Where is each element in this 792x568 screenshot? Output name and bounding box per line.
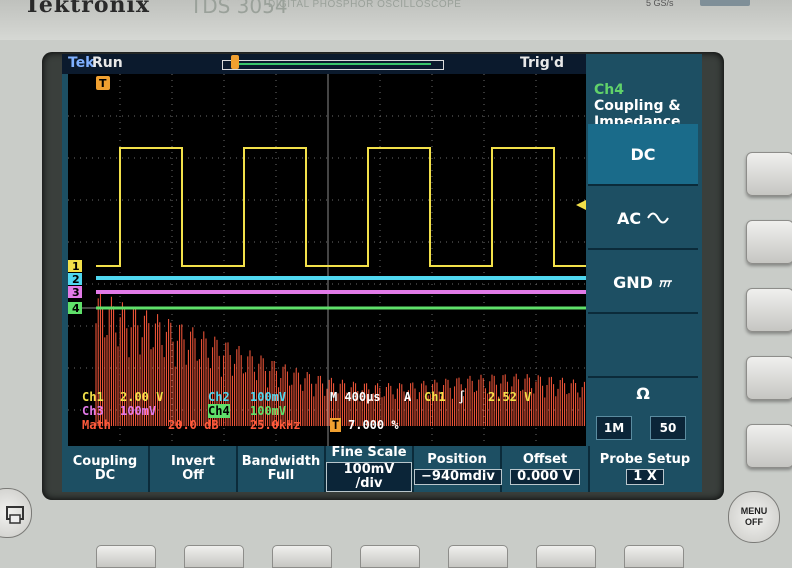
acquisition-state: Run bbox=[92, 55, 123, 71]
instrument-top-bezel: Tektronix TDS 3054 DIGITAL PHOSPHOR OSCI… bbox=[0, 0, 792, 40]
ch1-trace bbox=[96, 147, 586, 267]
svg-text:2: 2 bbox=[72, 273, 80, 286]
bottom-menu-coupling[interactable]: Coupling DC bbox=[62, 446, 150, 492]
printer-icon bbox=[6, 506, 24, 524]
coupling-gnd-button[interactable]: GND bbox=[588, 252, 698, 314]
trigger-position-icon: T bbox=[330, 418, 342, 432]
svg-text:1: 1 bbox=[72, 260, 80, 273]
trigger-time-marker: T bbox=[96, 76, 110, 90]
ground-icon bbox=[659, 280, 672, 288]
bottom-bezel-button-4[interactable] bbox=[360, 545, 420, 568]
side-bezel-button-1[interactable] bbox=[746, 152, 792, 196]
fine-scale-value: 100mV /div bbox=[326, 462, 412, 492]
svg-text:4: 4 bbox=[72, 302, 80, 315]
bandwidth-label: Bandwidth bbox=[241, 454, 321, 469]
record-length-bar bbox=[222, 55, 444, 70]
ch1-ground-marker: 1 bbox=[68, 260, 82, 273]
timebase-readout: M 400µs bbox=[330, 390, 381, 404]
channel-readout: Ch1 2.00 V Ch2 100mV M 400µs A Ch1 ∫ 2.5… bbox=[68, 390, 586, 446]
side-menu-title: Ch4 Coupling & Impedance bbox=[594, 82, 698, 130]
bandwidth-value: Full bbox=[267, 468, 295, 483]
bottom-bezel-button-3[interactable] bbox=[272, 545, 332, 568]
ch3-scale: 100mV bbox=[120, 404, 157, 418]
impedance-50-option: 50 bbox=[650, 416, 686, 440]
side-menu-empty-slot bbox=[588, 316, 698, 378]
position-value: −940mdiv bbox=[414, 469, 502, 485]
fine-scale-label: Fine Scale bbox=[331, 445, 407, 460]
math-frequency: 25.0kHz bbox=[250, 418, 301, 432]
ch3-ground-marker: 3 bbox=[68, 286, 82, 299]
bottom-menu-offset[interactable]: Offset 0.000 V bbox=[502, 446, 590, 492]
bottom-bezel-button-7[interactable] bbox=[624, 545, 684, 568]
ch4-scale: 100mV bbox=[250, 404, 287, 418]
ch4-label: Ch4 bbox=[208, 404, 230, 418]
menu-off-button[interactable]: MENU OFF bbox=[728, 491, 780, 543]
trigger-mode: A bbox=[404, 390, 412, 404]
side-bezel-button-2[interactable] bbox=[746, 220, 792, 264]
print-button[interactable] bbox=[0, 488, 32, 538]
math-scale: 20.0 dB bbox=[168, 418, 219, 432]
record-view-window bbox=[235, 63, 431, 65]
ohm-icon: Ω bbox=[636, 384, 650, 403]
tek-logo: Tek bbox=[68, 55, 95, 71]
bottom-bezel-button-2[interactable] bbox=[184, 545, 244, 568]
ac-wave-icon bbox=[647, 212, 669, 224]
bottom-menu-bandwidth[interactable]: Bandwidth Full bbox=[238, 446, 326, 492]
svg-text:T: T bbox=[99, 77, 107, 90]
bottom-bezel-button-1[interactable] bbox=[96, 545, 156, 568]
coupling-gnd-label: GND bbox=[613, 272, 653, 292]
oscilloscope-screen: Tek Run Trig'd 1 2 3 4 T Ch1 2.00 V Ch2 … bbox=[62, 54, 702, 492]
coupling-dc-button[interactable]: DC bbox=[588, 124, 698, 186]
offset-label: Offset bbox=[522, 452, 568, 467]
svg-text:3: 3 bbox=[72, 286, 80, 299]
side-bezel-button-5[interactable] bbox=[746, 424, 792, 468]
ch2-scale: 100mV bbox=[250, 390, 287, 404]
probe-setup-value: 1 X bbox=[626, 469, 664, 485]
brand-logo: Tektronix bbox=[24, 0, 150, 18]
menu-off-line2: OFF bbox=[745, 517, 763, 527]
impedance-button[interactable]: Ω 1M 50 bbox=[588, 380, 698, 446]
bottom-bezel-button-6[interactable] bbox=[536, 545, 596, 568]
ch2-ground-marker: 2 bbox=[68, 273, 82, 286]
coupling-value: DC bbox=[94, 468, 116, 483]
side-bezel-button-3[interactable] bbox=[746, 288, 792, 332]
model-description: DIGITAL PHOSPHOR OSCILLOSCOPE bbox=[268, 0, 462, 10]
bottom-bezel-button-5[interactable] bbox=[448, 545, 508, 568]
bottom-menu-fine-scale[interactable]: Fine Scale 100mV /div bbox=[326, 446, 414, 492]
coupling-ac-button[interactable]: AC bbox=[588, 188, 698, 250]
trigger-status: Trig'd bbox=[520, 55, 565, 71]
bottom-menu-probe-setup[interactable]: Probe Setup 1 X bbox=[590, 446, 700, 492]
bandwidth-badge bbox=[700, 0, 750, 6]
math-label: Math bbox=[82, 418, 111, 432]
invert-label: Invert bbox=[170, 454, 215, 469]
ch2-label: Ch2 bbox=[208, 390, 230, 404]
invert-value: Off bbox=[182, 468, 204, 483]
bottom-menu: Coupling DC Invert Off Bandwidth Full Fi… bbox=[62, 446, 702, 492]
coupling-label: Coupling bbox=[72, 454, 138, 469]
trigger-source: Ch1 bbox=[424, 390, 446, 404]
side-menu: Ch4 Coupling & Impedance DC AC GND Ω 1M … bbox=[586, 74, 702, 446]
menu-off-line1: MENU bbox=[740, 506, 768, 516]
trigger-level: 2.52 V bbox=[488, 390, 532, 404]
trigger-level-arrow bbox=[576, 200, 586, 210]
ch1-scale: 2.00 V bbox=[120, 390, 164, 404]
coupling-ac-label: AC bbox=[616, 208, 642, 228]
side-bezel-button-4[interactable] bbox=[746, 356, 792, 400]
side-menu-channel: Ch4 bbox=[594, 82, 624, 98]
offset-value: 0.000 V bbox=[510, 469, 580, 485]
ch1-label: Ch1 bbox=[82, 390, 104, 404]
probe-setup-label: Probe Setup bbox=[599, 452, 691, 467]
trigger-position-marker bbox=[231, 55, 239, 69]
trigger-position-value: 7.000 % bbox=[348, 418, 399, 432]
bottom-menu-position[interactable]: Position −940mdiv bbox=[414, 446, 502, 492]
sample-rate-label: 5 GS/s bbox=[646, 0, 674, 8]
coupling-dc-label: DC bbox=[630, 144, 656, 164]
status-bar: Tek Run Trig'd bbox=[62, 54, 586, 74]
impedance-1m-option: 1M bbox=[596, 416, 632, 440]
position-label: Position bbox=[427, 452, 487, 467]
ch3-label: Ch3 bbox=[82, 404, 104, 418]
trigger-slope-icon: ∫ bbox=[458, 390, 466, 404]
bottom-menu-invert[interactable]: Invert Off bbox=[150, 446, 238, 492]
ch4-ground-marker: 4 bbox=[68, 302, 82, 315]
